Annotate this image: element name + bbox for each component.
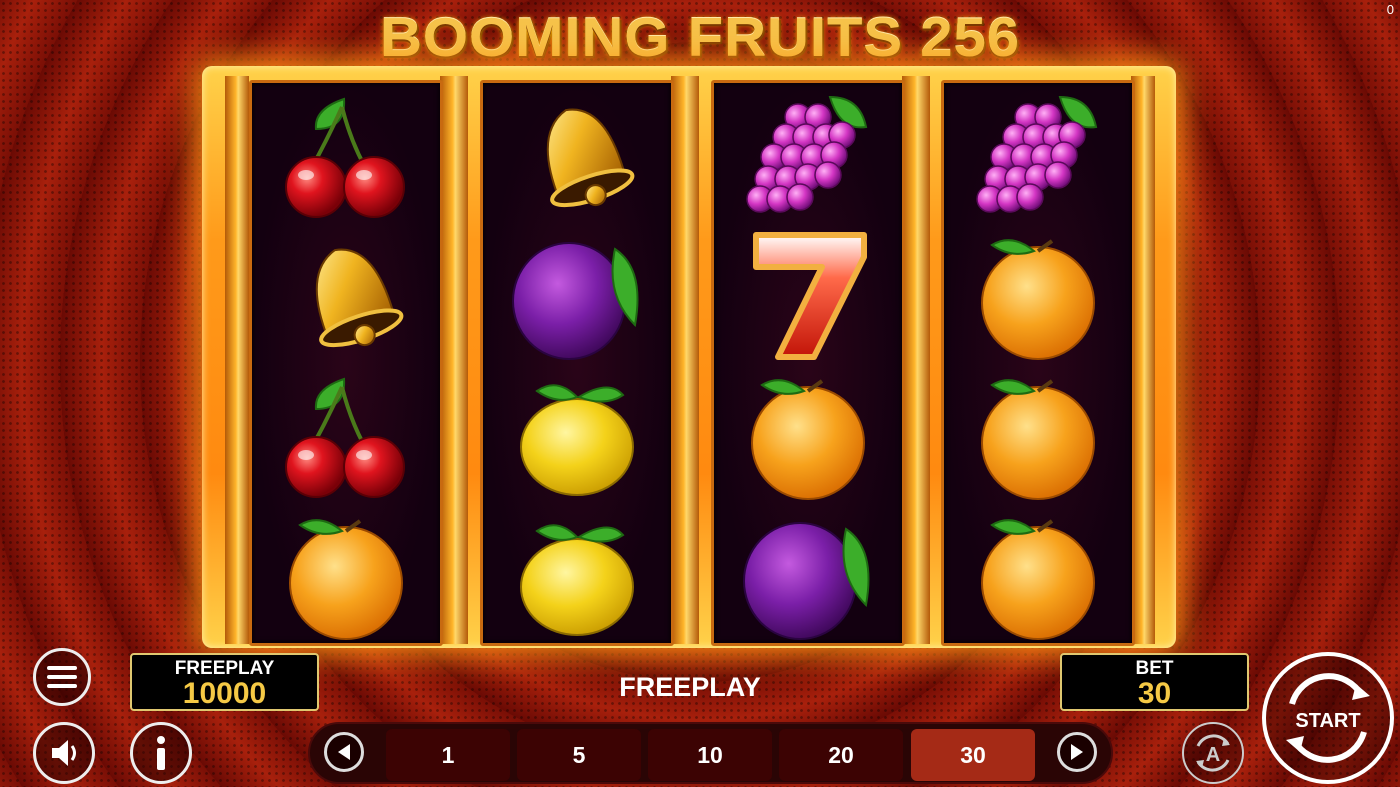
orange-icon [738, 367, 878, 502]
balance-value: 10000 [182, 677, 267, 710]
reel-2 [480, 80, 674, 646]
cherry-icon [276, 367, 416, 502]
lemon-icon [507, 507, 647, 642]
arrow-right-icon [1071, 744, 1083, 760]
sound-icon [52, 740, 76, 766]
orange-icon [276, 507, 416, 642]
reel-divider [225, 76, 249, 644]
plum-icon [507, 227, 647, 362]
menu-icon [47, 666, 77, 688]
info-icon [157, 736, 165, 770]
autoplay-icon: A [1196, 734, 1230, 772]
bet-value: 30 [1137, 677, 1172, 710]
reel-1 [249, 80, 443, 646]
start-button[interactable]: START [1262, 652, 1394, 784]
bet-label: BET [1135, 658, 1174, 679]
reel-divider [671, 76, 699, 644]
bet-option-5[interactable]: 5 [517, 729, 641, 781]
orange-icon [968, 507, 1108, 642]
reel-divider [902, 76, 930, 644]
reel-divider [440, 76, 468, 644]
grapes-icon [968, 87, 1108, 222]
orange-icon [968, 367, 1108, 502]
bet-prev-button[interactable] [324, 732, 364, 772]
sound-button[interactable] [33, 722, 95, 784]
balance-panel: FREEPLAY 10000 [130, 653, 319, 711]
arrow-left-icon [338, 744, 350, 760]
svg-text:A: A [1206, 744, 1220, 766]
start-label: START [1295, 710, 1361, 732]
status-message: FREEPLAY [619, 672, 761, 702]
bet-selector: 1 5 10 20 30 [308, 722, 1113, 784]
game-title: BOOMING FRUITS 256 [380, 6, 1020, 69]
bet-option-1[interactable]: 1 [386, 729, 510, 781]
bet-next-button[interactable] [1057, 732, 1097, 772]
grapes-icon [738, 87, 878, 222]
reel-4 [941, 80, 1135, 646]
bet-option-30[interactable]: 30 [911, 729, 1035, 781]
balance-label: FREEPLAY [174, 658, 275, 679]
cherry-icon [276, 87, 416, 222]
info-button[interactable] [130, 722, 192, 784]
autoplay-button[interactable]: A [1182, 722, 1244, 784]
bet-option-10[interactable]: 10 [648, 729, 772, 781]
plum-icon [738, 507, 878, 642]
bet-panel: BET 30 [1060, 653, 1249, 711]
reel-3 [711, 80, 905, 646]
bet-option-20[interactable]: 20 [779, 729, 903, 781]
seven-icon [738, 227, 878, 362]
bell-icon [276, 227, 416, 362]
bell-icon [507, 87, 647, 222]
lemon-icon [507, 367, 647, 502]
orange-icon [968, 227, 1108, 362]
menu-button[interactable] [33, 648, 91, 706]
